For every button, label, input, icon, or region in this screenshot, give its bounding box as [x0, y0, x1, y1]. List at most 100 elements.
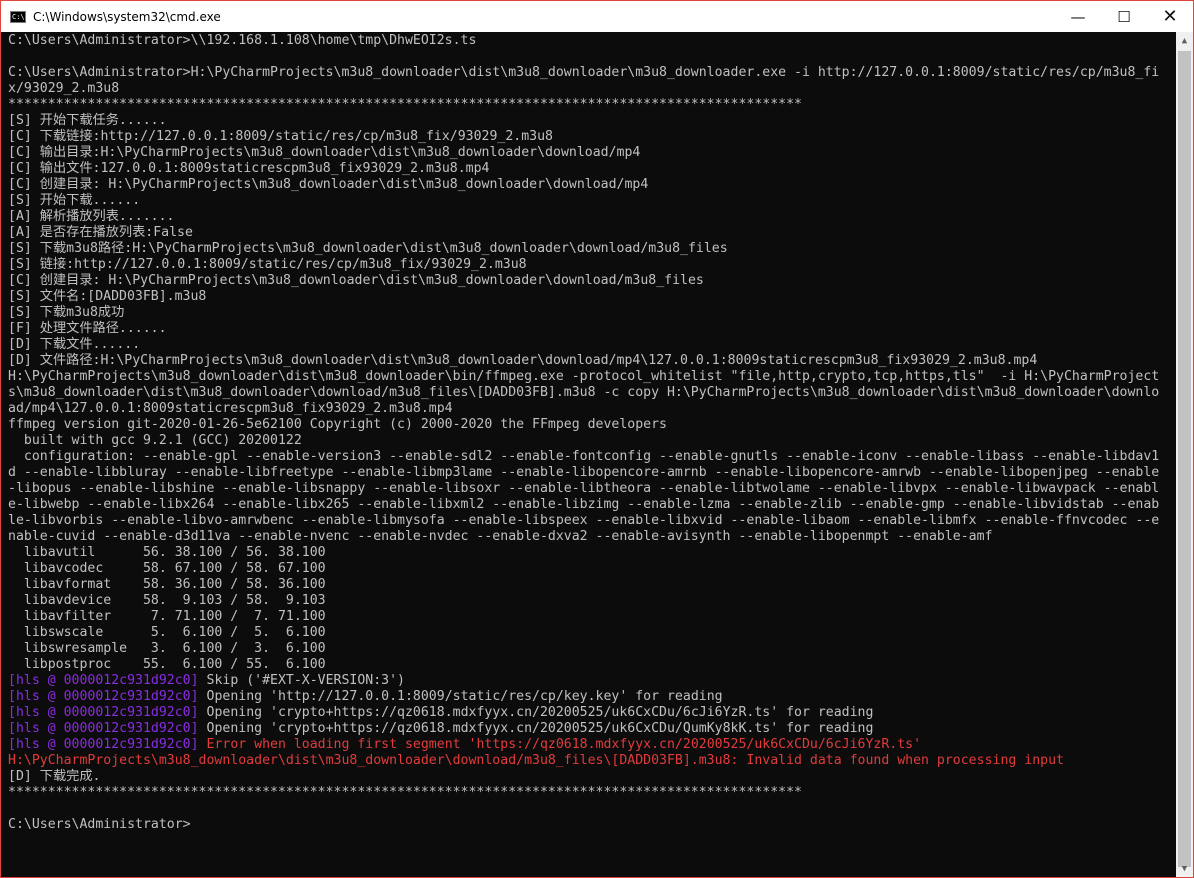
console-line: ****************************************…: [8, 785, 1169, 801]
console-line: H:\PyCharmProjects\m3u8_downloader\dist\…: [8, 369, 1169, 385]
console-line-text: Opening 'crypto+https://qz0618.mdxfyyx.c…: [198, 721, 874, 736]
console-line-text: built with gcc 9.2.1 (GCC) 20200122: [8, 433, 302, 448]
console-line: libavformat 58. 36.100 / 58. 36.100: [8, 577, 1169, 593]
console-line: libavcodec 58. 67.100 / 58. 67.100: [8, 561, 1169, 577]
scroll-up-arrow-icon[interactable]: ▲: [1176, 32, 1193, 49]
console-line: libswscale 5. 6.100 / 5. 6.100: [8, 625, 1169, 641]
console-line-text: [D] 文件路径:H:\PyCharmProjects\m3u8_downloa…: [8, 353, 1038, 368]
console-line: [S] 文件名:[DADD03FB].m3u8: [8, 289, 1169, 305]
hls-tag: [hls @ 0000012c931d92c0]: [8, 737, 199, 752]
console-line-text: H:\PyCharmProjects\m3u8_downloader\dist\…: [8, 753, 1064, 768]
console-line-text: libavformat 58. 36.100 / 58. 36.100: [8, 577, 326, 592]
console-line: H:\PyCharmProjects\m3u8_downloader\dist\…: [8, 753, 1169, 769]
console-line-text: Skip ('#EXT-X-VERSION:3'): [198, 673, 406, 688]
minimize-button[interactable]: —: [1055, 1, 1101, 32]
vertical-scrollbar[interactable]: ▲ ▼: [1176, 32, 1193, 877]
console-line-text: [C] 下载链接:http://127.0.0.1:8009/static/re…: [8, 129, 554, 144]
console-line-text: H:\PyCharmProjects\m3u8_downloader\dist\…: [8, 369, 1160, 384]
console-line-text: [C] 创建目录: H:\PyCharmProjects\m3u8_downlo…: [8, 177, 649, 192]
console-line-text: [S] 文件名:[DADD03FB].m3u8: [8, 289, 207, 304]
console-line-text: libavcodec 58. 67.100 / 58. 67.100: [8, 561, 326, 576]
console-line: x/93029_2.m3u8: [8, 81, 1169, 97]
console-line-text: C:\Users\Administrator>: [8, 817, 191, 832]
console-line: [hls @ 0000012c931d92c0] Skip ('#EXT-X-V…: [8, 673, 1169, 689]
console-line-text: x/93029_2.m3u8: [8, 81, 120, 96]
console-line: C:\Users\Administrator>H:\PyCharmProject…: [8, 65, 1169, 81]
console-line: [A] 解析播放列表.......: [8, 209, 1169, 225]
console-line-text: d --enable-libbluray --enable-libfreetyp…: [8, 465, 1160, 480]
console-line: built with gcc 9.2.1 (GCC) 20200122: [8, 433, 1169, 449]
console-line-text: nable-cuvid --enable-d3d11va --enable-nv…: [8, 529, 993, 544]
title-bar[interactable]: C:\ C:\Windows\system32\cmd.exe — ☐ ✕: [1, 1, 1193, 32]
console-line-text: libavdevice 58. 9.103 / 58. 9.103: [8, 593, 326, 608]
window-title: C:\Windows\system32\cmd.exe: [33, 9, 221, 24]
console-line: [C] 输出目录:H:\PyCharmProjects\m3u8_downloa…: [8, 145, 1169, 161]
console-line: [D] 下载完成.: [8, 769, 1169, 785]
console-line-text: ****************************************…: [8, 785, 802, 800]
console-line-text: [C] 创建目录: H:\PyCharmProjects\m3u8_downlo…: [8, 273, 704, 288]
console-line: libavutil 56. 38.100 / 56. 38.100: [8, 545, 1169, 561]
console-line: C:\Users\Administrator>: [8, 817, 1169, 833]
console-line: [A] 是否存在播放列表:False: [8, 225, 1169, 241]
console-line: C:\Users\Administrator>\\192.168.1.108\h…: [8, 33, 1169, 49]
console-line-text: ffmpeg version git-2020-01-26-5e62100 Co…: [8, 417, 667, 432]
scrollbar-thumb[interactable]: [1178, 51, 1191, 867]
maximize-button[interactable]: ☐: [1101, 1, 1147, 32]
close-button[interactable]: ✕: [1147, 1, 1193, 32]
console-line: [C] 输出文件:127.0.0.1:8009staticrescpm3u8_f…: [8, 161, 1169, 177]
console-line-text: C:\Users\Administrator>\\192.168.1.108\h…: [8, 33, 477, 48]
console-line-text: [D] 下载文件......: [8, 337, 141, 352]
console-line: ffmpeg version git-2020-01-26-5e62100 Co…: [8, 417, 1169, 433]
console-line: ****************************************…: [8, 97, 1169, 113]
console-line: configuration: --enable-gpl --enable-ver…: [8, 449, 1169, 465]
scroll-down-arrow-icon[interactable]: ▼: [1176, 860, 1193, 877]
console-line-text: [S] 开始下载任务......: [8, 113, 167, 128]
console-line: [hls @ 0000012c931d92c0] Error when load…: [8, 737, 1169, 753]
console-line: e-libwebp --enable-libx264 --enable-libx…: [8, 497, 1169, 513]
console-line-text: s\m3u8_downloader\dist\m3u8_downloader\d…: [8, 385, 1160, 400]
console-line: libpostproc 55. 6.100 / 55. 6.100: [8, 657, 1169, 673]
console-line: [D] 文件路径:H:\PyCharmProjects\m3u8_downloa…: [8, 353, 1169, 369]
cmd-window[interactable]: C:\ C:\Windows\system32\cmd.exe — ☐ ✕ C:…: [0, 0, 1194, 878]
console-line-text: libavfilter 7. 71.100 / 7. 71.100: [8, 609, 326, 624]
console-line-text: libswresample 3. 6.100 / 3. 6.100: [8, 641, 326, 656]
console-line: le-libvorbis --enable-libvo-amrwbenc --e…: [8, 513, 1169, 529]
console-line-text: Error when loading first segment 'https:…: [198, 737, 922, 752]
console-line-text: libswscale 5. 6.100 / 5. 6.100: [8, 625, 326, 640]
hls-tag: [hls @ 0000012c931d92c0]: [8, 689, 199, 704]
console-line-text: configuration: --enable-gpl --enable-ver…: [8, 449, 1160, 464]
console-line: s\m3u8_downloader\dist\m3u8_downloader\d…: [8, 385, 1169, 401]
console-line-text: ****************************************…: [8, 97, 802, 112]
console-line: [S] 下载m3u8路径:H:\PyCharmProjects\m3u8_dow…: [8, 241, 1169, 257]
console-line-text: ad/mp4\127.0.0.1:8009staticrescpm3u8_fix…: [8, 401, 453, 416]
console-line: [hls @ 0000012c931d92c0] Opening 'crypto…: [8, 721, 1169, 737]
console-line-text: libavutil 56. 38.100 / 56. 38.100: [8, 545, 326, 560]
console-line-text: [F] 处理文件路径......: [8, 321, 167, 336]
console-line-text: [S] 下载m3u8路径:H:\PyCharmProjects\m3u8_dow…: [8, 241, 728, 256]
console-line-text: -libopus --enable-libshine --enable-libs…: [8, 481, 1160, 496]
console-line-text: C:\Users\Administrator>H:\PyCharmProject…: [8, 65, 1160, 80]
console-line: [C] 下载链接:http://127.0.0.1:8009/static/re…: [8, 129, 1169, 145]
console-line: ad/mp4\127.0.0.1:8009staticrescpm3u8_fix…: [8, 401, 1169, 417]
console-line-text: le-libvorbis --enable-libvo-amrwbenc --e…: [8, 513, 1160, 528]
console-line: [hls @ 0000012c931d92c0] Opening 'crypto…: [8, 705, 1169, 721]
console-line-text: [S] 下载m3u8成功: [8, 305, 125, 320]
console-line: [F] 处理文件路径......: [8, 321, 1169, 337]
console-line-text: [C] 输出目录:H:\PyCharmProjects\m3u8_downloa…: [8, 145, 641, 160]
console-line: libavfilter 7. 71.100 / 7. 71.100: [8, 609, 1169, 625]
console-line: d --enable-libbluray --enable-libfreetyp…: [8, 465, 1169, 481]
console-line: libswresample 3. 6.100 / 3. 6.100: [8, 641, 1169, 657]
console-line: [C] 创建目录: H:\PyCharmProjects\m3u8_downlo…: [8, 177, 1169, 193]
console-line: [D] 下载文件......: [8, 337, 1169, 353]
cmd-icon: C:\: [10, 10, 26, 23]
console-line-text: Opening 'http://127.0.0.1:8009/static/re…: [198, 689, 723, 704]
console-line-text: [S] 开始下载......: [8, 193, 141, 208]
console-line-text: libpostproc 55. 6.100 / 55. 6.100: [8, 657, 326, 672]
console-line: [S] 链接:http://127.0.0.1:8009/static/res/…: [8, 257, 1169, 273]
console-line: [hls @ 0000012c931d92c0] Opening 'http:/…: [8, 689, 1169, 705]
hls-tag: [hls @ 0000012c931d92c0]: [8, 673, 199, 688]
console-output[interactable]: C:\Users\Administrator>\\192.168.1.108\h…: [8, 33, 1169, 871]
console-line: [S] 开始下载任务......: [8, 113, 1169, 129]
